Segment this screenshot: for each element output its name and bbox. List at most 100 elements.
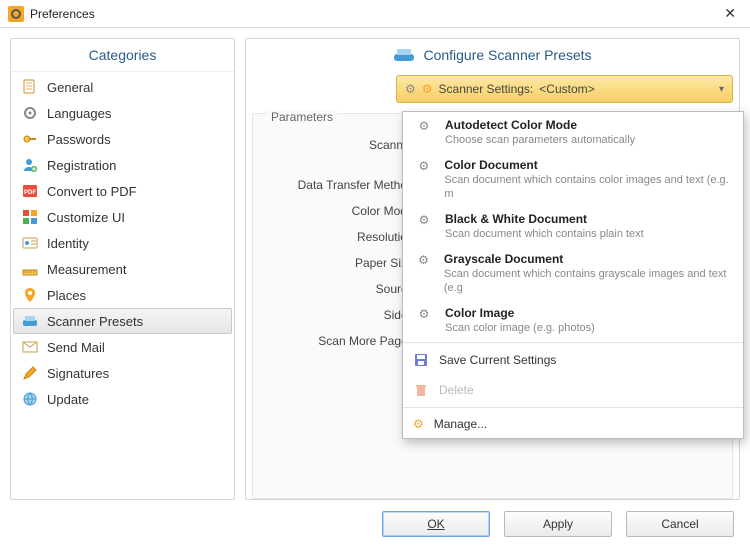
sidebar-item-measurement[interactable]: Measurement bbox=[13, 256, 232, 282]
param-label: Sides: bbox=[263, 308, 423, 322]
param-label: Paper Size: bbox=[263, 256, 423, 270]
scanner-settings-dropdown[interactable]: ⚙ ⚙ Scanner Settings: <Custom> ▾ bbox=[396, 75, 733, 103]
preset-desc: Scan document which contains plain text bbox=[445, 228, 644, 240]
sidebar-item-label: Customize UI bbox=[47, 210, 125, 225]
preset-color-image[interactable]: ⚙ Color Image Scan color image (e.g. phot… bbox=[403, 300, 743, 340]
categories-panel: Categories General Languages Passwords R… bbox=[10, 38, 235, 500]
configure-header: Configure Scanner Presets bbox=[423, 47, 591, 63]
ok-label: OK bbox=[427, 517, 444, 531]
sidebar-item-label: Signatures bbox=[47, 366, 109, 381]
grid-icon bbox=[21, 208, 39, 226]
menu-manage[interactable]: ⚙ Manage... bbox=[403, 410, 743, 438]
sidebar-item-general[interactable]: General bbox=[13, 74, 232, 100]
trash-icon bbox=[413, 382, 429, 398]
sidebar-item-convert-pdf[interactable]: PDF Convert to PDF bbox=[13, 178, 232, 204]
sidebar-item-places[interactable]: Places bbox=[13, 282, 232, 308]
menu-separator bbox=[403, 407, 743, 408]
sidebar-item-label: Send Mail bbox=[47, 340, 105, 355]
svg-text:PDF: PDF bbox=[24, 190, 36, 196]
sidebar-item-scanner-presets[interactable]: Scanner Presets bbox=[13, 308, 232, 334]
settings-bar-label: Scanner Settings: bbox=[439, 82, 534, 96]
preset-desc: Scan color image (e.g. photos) bbox=[445, 322, 595, 334]
save-icon bbox=[413, 352, 429, 368]
ruler-icon bbox=[21, 260, 39, 278]
sidebar-item-identity[interactable]: Identity bbox=[13, 230, 232, 256]
param-label: Color Mode: bbox=[263, 204, 423, 218]
param-label: Scanner: bbox=[263, 138, 423, 152]
ok-button[interactable]: OK bbox=[382, 511, 490, 537]
sidebar-item-label: Identity bbox=[47, 236, 89, 251]
sidebar-item-registration[interactable]: Registration bbox=[13, 152, 232, 178]
preset-desc: Choose scan parameters automatically bbox=[445, 134, 635, 146]
menu-save-settings[interactable]: Save Current Settings bbox=[403, 345, 743, 375]
apply-button[interactable]: Apply bbox=[504, 511, 612, 537]
menu-separator bbox=[403, 342, 743, 343]
scanner-icon bbox=[21, 312, 39, 330]
chevron-down-icon: ▾ bbox=[719, 84, 724, 95]
menu-action-label: Manage... bbox=[434, 417, 487, 431]
window-title: Preferences bbox=[30, 7, 95, 21]
preset-grayscale-document[interactable]: ⚙ Grayscale Document Scan document which … bbox=[403, 246, 743, 300]
menu-action-label: Delete bbox=[439, 383, 474, 397]
preset-title: Grayscale Document bbox=[444, 252, 733, 266]
sidebar-item-label: Languages bbox=[47, 106, 111, 121]
envelope-icon bbox=[21, 338, 39, 356]
sidebar-item-label: Convert to PDF bbox=[47, 184, 137, 199]
gear-icon: ⚙ bbox=[405, 82, 416, 96]
preset-desc: Scan document which contains color image… bbox=[444, 174, 728, 200]
gears-icon: ⚙ bbox=[413, 417, 424, 431]
gears-icon: ⚙ bbox=[413, 118, 435, 133]
preset-title: Color Image bbox=[445, 306, 595, 320]
globe-icon bbox=[21, 390, 39, 408]
gear-orange-icon: ⚙ bbox=[422, 82, 433, 96]
menu-delete: Delete bbox=[403, 375, 743, 405]
user-plus-icon bbox=[21, 156, 39, 174]
sidebar-item-label: Places bbox=[47, 288, 86, 303]
app-icon bbox=[8, 6, 24, 22]
sidebar-item-update[interactable]: Update bbox=[13, 386, 232, 412]
sidebar-item-passwords[interactable]: Passwords bbox=[13, 126, 232, 152]
parameters-legend: Parameters bbox=[267, 110, 337, 124]
param-label: Resolution: bbox=[263, 230, 423, 244]
preset-title: Autodetect Color Mode bbox=[445, 118, 635, 132]
page-icon bbox=[21, 78, 39, 96]
scanner-settings-menu: ⚙ Autodetect Color Mode Choose scan param… bbox=[402, 111, 744, 439]
sidebar-item-label: General bbox=[47, 80, 93, 95]
preset-color-document[interactable]: ⚙ Color Document Scan document which cont… bbox=[403, 152, 743, 206]
pen-icon bbox=[21, 364, 39, 382]
preset-desc: Scan document which contains grayscale i… bbox=[444, 268, 727, 294]
sidebar-item-label: Update bbox=[47, 392, 89, 407]
categories-list: General Languages Passwords Registration… bbox=[11, 71, 234, 499]
pin-icon bbox=[21, 286, 39, 304]
sidebar-item-languages[interactable]: Languages bbox=[13, 100, 232, 126]
scanner-header-icon bbox=[393, 47, 415, 63]
preset-bw-document[interactable]: ⚙ Black & White DocumentScan document wh… bbox=[403, 206, 743, 246]
close-button[interactable]: ✕ bbox=[718, 3, 742, 24]
menu-action-label: Save Current Settings bbox=[439, 353, 556, 367]
gears-icon: ⚙ bbox=[413, 252, 434, 267]
sidebar-item-customize-ui[interactable]: Customize UI bbox=[13, 204, 232, 230]
preset-autodetect[interactable]: ⚙ Autodetect Color Mode Choose scan param… bbox=[403, 112, 743, 152]
sidebar-item-label: Registration bbox=[47, 158, 116, 173]
preset-title: Black & White Document bbox=[445, 212, 644, 226]
sidebar-item-send-mail[interactable]: Send Mail bbox=[13, 334, 232, 360]
key-icon bbox=[21, 130, 39, 148]
categories-header: Categories bbox=[11, 39, 234, 71]
param-label: Source: bbox=[263, 282, 423, 296]
sidebar-item-signatures[interactable]: Signatures bbox=[13, 360, 232, 386]
param-label: Data Transfer Method: bbox=[263, 178, 423, 192]
configure-panel: Configure Scanner Presets ⚙ ⚙ Scanner Se… bbox=[245, 38, 740, 500]
sidebar-item-label: Passwords bbox=[47, 132, 111, 147]
param-label: Scan More Pages: bbox=[263, 334, 423, 348]
cancel-button[interactable]: Cancel bbox=[626, 511, 734, 537]
preset-title: Color Document bbox=[444, 158, 733, 172]
settings-bar-value: <Custom> bbox=[539, 82, 594, 96]
gear-icon bbox=[21, 104, 39, 122]
gears-icon: ⚙ bbox=[413, 158, 434, 173]
gears-icon: ⚙ bbox=[413, 306, 435, 321]
pdf-icon: PDF bbox=[21, 182, 39, 200]
sidebar-item-label: Measurement bbox=[47, 262, 126, 277]
title-bar: Preferences ✕ bbox=[0, 0, 750, 28]
sidebar-item-label: Scanner Presets bbox=[47, 314, 143, 329]
dialog-footer: OK Apply Cancel bbox=[0, 500, 750, 548]
